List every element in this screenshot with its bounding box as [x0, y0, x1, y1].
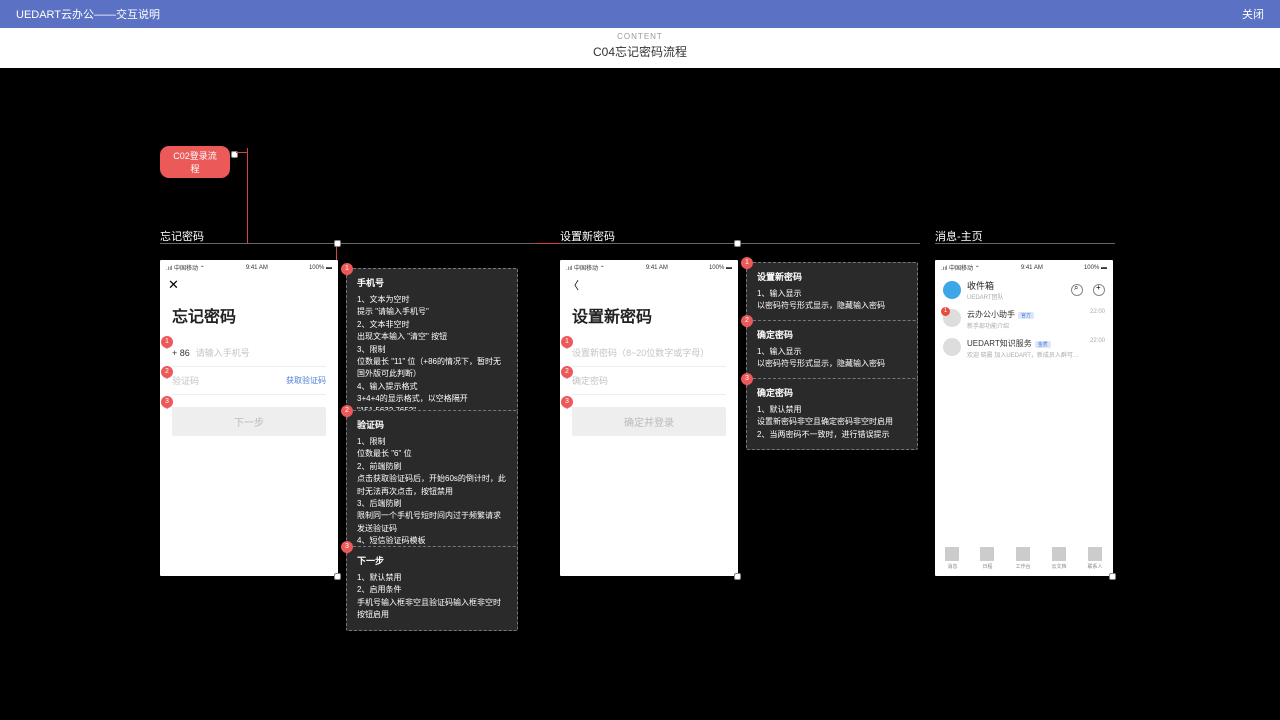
status-bar: .ııl 中国移动 ⌃9:41 AM100% ▬ [935, 260, 1113, 275]
page-title: C04忘记密码流程 [0, 43, 1280, 60]
section-rule [160, 243, 535, 244]
callout-pin: 3 [561, 396, 573, 408]
section-title-2: 设置新密码 [560, 228, 615, 244]
phone-field[interactable]: + 86 请输入手机号 [172, 339, 326, 367]
back-icon[interactable]: 〈 [568, 277, 579, 293]
callout-pin: 1 [561, 336, 573, 348]
tab-docs[interactable]: 云文档 [1051, 547, 1066, 570]
callout-pin: 1 [341, 263, 353, 275]
anchor-dot [334, 240, 341, 247]
mock-messages-home: .ııl 中国移动 ⌃9:41 AM100% ▬ 收件箱 UEDART团队 ⌕ … [935, 260, 1113, 576]
tab-workspace[interactable]: 工作台 [1015, 547, 1030, 570]
message-row[interactable]: UEDART知识服务金质 欢迎 晓晨 加入UEDART，新成员入群可… 22:0… [935, 334, 1113, 363]
code-field[interactable]: 验证码 获取验证码 [172, 367, 326, 395]
new-password-field[interactable]: 设置新密码（8~20位数字或字母） [572, 339, 726, 367]
confirm-password-field[interactable]: 确定密码 [572, 367, 726, 395]
callout-pin: 2 [341, 405, 353, 417]
status-bar: .ııl 中国移动 ⌃9:41 AM100% ▬ [160, 260, 338, 275]
confirm-login-button[interactable]: 确定并登录 [572, 407, 726, 436]
section-title-3: 消息-主页 [935, 228, 983, 244]
screen-title: 忘记密码 [160, 295, 338, 339]
add-icon[interactable]: + [1093, 284, 1105, 296]
content-label: CONTENT [0, 32, 1280, 41]
mock-set-password: .ııl 中国移动 ⌃9:41 AM100% ▬ 〈 设置新密码 设置新密码（8… [560, 260, 738, 576]
section-rule [935, 243, 1115, 244]
tab-contacts[interactable]: 联系人 [1087, 547, 1102, 570]
nav-bar: ✕ [160, 275, 338, 295]
annotation-newpw: 设置新密码 1、输入显示 以密码符号形式显示，隐藏输入密码 [746, 262, 918, 322]
section-title-1: 忘记密码 [160, 228, 204, 244]
callout-pin: 2 [741, 315, 753, 327]
inbox-header: 收件箱 UEDART团队 ⌕ + [935, 275, 1113, 305]
tab-bar: 消息 日程 工作台 云文档 联系人 [935, 543, 1113, 576]
message-row[interactable]: 1 云办公小助手官方 新手部功能介绍 22:00 [935, 305, 1113, 334]
flow-canvas: C02登录流程 忘记密码 设置新密码 消息-主页 .ııl 中国移动 ⌃9:41… [0, 68, 1280, 720]
mock-forgot-password: .ııl 中国移动 ⌃9:41 AM100% ▬ ✕ 忘记密码 + 86 请输入… [160, 260, 338, 576]
annotation-confirmpw: 确定密码 1、输入显示 以密码符号形式显示，隐藏输入密码 [746, 320, 918, 380]
close-icon[interactable]: ✕ [168, 277, 179, 293]
callout-pin: 1 [741, 257, 753, 269]
callout-pin: 2 [161, 366, 173, 378]
next-button[interactable]: 下一步 [172, 407, 326, 436]
callout-pin: 3 [161, 396, 173, 408]
nav-bar: 〈 [560, 275, 738, 295]
anchor-dot [1109, 573, 1116, 580]
status-bar: .ııl 中国移动 ⌃9:41 AM100% ▬ [560, 260, 738, 275]
close-button[interactable]: 关闭 [1242, 6, 1264, 22]
screen-title: 设置新密码 [560, 295, 738, 339]
callout-pin: 3 [341, 541, 353, 553]
top-bar: UEDART云办公——交互说明 关闭 [0, 0, 1280, 28]
annotation-confirmbtn: 确定密码 1、默认禁用 设置新密码非空且确定密码非空时启用 2、当两密码不一致时… [746, 378, 918, 450]
avatar[interactable] [943, 281, 961, 299]
app-title: UEDART云办公——交互说明 [16, 6, 160, 22]
anchor-dot [334, 573, 341, 580]
tab-calendar[interactable]: 日程 [980, 547, 994, 570]
annotation-next: 下一步 1、默认禁用 2、启用条件 手机号输入框非空且验证码输入框非空时 按钮启… [346, 546, 518, 631]
tab-messages[interactable]: 消息 [945, 547, 959, 570]
entry-node[interactable]: C02登录流程 [160, 146, 230, 178]
callout-pin: 3 [741, 373, 753, 385]
search-icon[interactable]: ⌕ [1071, 284, 1083, 296]
sub-header: CONTENT C04忘记密码流程 [0, 28, 1280, 68]
get-code-button[interactable]: 获取验证码 [286, 375, 326, 386]
flow-connector [247, 148, 248, 243]
anchor-dot [734, 240, 741, 247]
callout-pin: 1 [161, 336, 173, 348]
anchor-dot [734, 573, 741, 580]
callout-pin: 2 [561, 366, 573, 378]
